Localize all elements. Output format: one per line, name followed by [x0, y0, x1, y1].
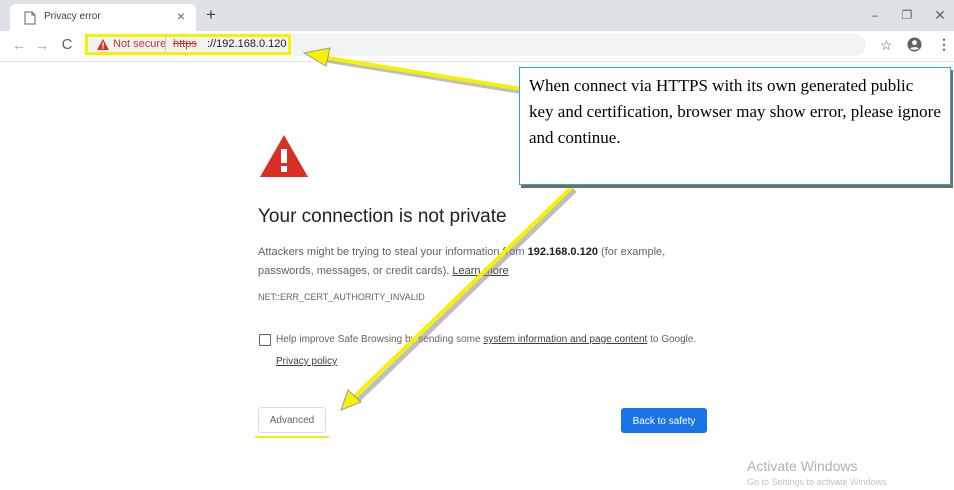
- paragraph-text-1: Attackers might be trying to steal your …: [258, 246, 528, 258]
- advanced-highlight-underline: [255, 436, 329, 438]
- maximize-button[interactable]: ❐: [897, 6, 917, 24]
- back-button[interactable]: ←: [10, 36, 28, 54]
- close-window-button[interactable]: ✕: [930, 6, 950, 24]
- forward-button[interactable]: →: [33, 36, 51, 54]
- menu-icon[interactable]: ⋮: [937, 36, 951, 53]
- profile-icon[interactable]: [907, 37, 922, 52]
- back-to-safety-button[interactable]: Back to safety: [621, 408, 707, 433]
- warning-triangle-icon: [260, 135, 308, 177]
- privacy-policy-link[interactable]: Privacy policy: [276, 356, 337, 367]
- warning-paragraph: Attackers might be trying to steal your …: [258, 243, 698, 281]
- safe-browsing-text-2: to Google.: [647, 334, 697, 345]
- reload-button[interactable]: C: [58, 36, 76, 54]
- url-highlight-box: [85, 34, 291, 55]
- safe-browsing-label: Help improve Safe Browsing by sending so…: [276, 333, 696, 347]
- tab-strip: Privacy error × + – ❐ ✕: [0, 0, 954, 31]
- host-name: 192.168.0.120: [527, 246, 598, 258]
- star-icon[interactable]: ☆: [880, 37, 893, 54]
- page-title: Your connection is not private: [258, 206, 507, 227]
- annotation-callout: When connect via HTTPS with its own gene…: [519, 67, 951, 185]
- page-icon: [24, 11, 36, 25]
- tab-title: Privacy error: [44, 11, 101, 22]
- system-info-link[interactable]: system information and page content: [483, 334, 647, 345]
- safe-browsing-checkbox[interactable]: [259, 334, 271, 346]
- tab-close-icon[interactable]: ×: [173, 8, 189, 24]
- activate-windows-title: Activate Windows: [747, 458, 858, 474]
- activate-windows-subtitle: Go to Settings to activate Windows.: [747, 477, 890, 487]
- tab-privacy-error[interactable]: Privacy error ×: [10, 4, 196, 31]
- advanced-button[interactable]: Advanced: [258, 407, 326, 433]
- minimize-button[interactable]: –: [865, 6, 885, 24]
- error-code: NET::ERR_CERT_AUTHORITY_INVALID: [258, 292, 425, 302]
- safe-browsing-text-1: Help improve Safe Browsing by sending so…: [276, 334, 484, 345]
- new-tab-button[interactable]: +: [202, 6, 220, 24]
- learn-more-link[interactable]: Learn more: [452, 265, 508, 277]
